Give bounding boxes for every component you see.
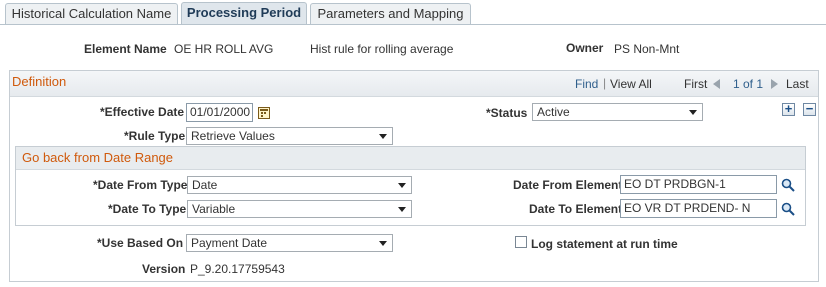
date-to-type-select[interactable]: Variable: [187, 200, 412, 218]
tab-historical-calculation-name[interactable]: Historical Calculation Name: [5, 3, 178, 24]
element-name-label: Element Name: [84, 42, 167, 56]
pager-text: 1 of 1: [733, 77, 764, 91]
go-back-title: Go back from Date Range: [22, 150, 174, 165]
date-to-type-label: *Date To Type: [108, 202, 187, 216]
tab-parameters-and-mapping[interactable]: Parameters and Mapping: [310, 3, 471, 24]
tab-label: Processing Period: [186, 5, 302, 20]
date-from-type-value: Date: [192, 178, 218, 192]
use-based-on-value: Payment Date: [191, 236, 268, 250]
version-label: Version: [142, 262, 186, 276]
version-value: P_9.20.17759543: [190, 262, 285, 276]
owner-label: Owner: [566, 41, 604, 55]
tab-divider: [0, 24, 826, 25]
effective-date-input[interactable]: 01/01/2000: [186, 103, 253, 122]
date-to-type-value: Variable: [192, 202, 236, 216]
status-value: Active: [537, 105, 570, 119]
use-based-on-select[interactable]: Payment Date: [186, 234, 393, 252]
search-icon[interactable]: [781, 202, 795, 216]
date-from-element-label: Date From Element: [513, 178, 623, 192]
element-name-value: OE HR ROLL AVG: [174, 42, 274, 56]
tab-label: Historical Calculation Name: [11, 6, 172, 21]
calendar-icon[interactable]: [258, 107, 270, 119]
last-label[interactable]: Last: [786, 77, 809, 91]
owner-value: PS Non-Mnt: [614, 42, 680, 56]
date-from-type-select[interactable]: Date: [187, 176, 412, 194]
tab-processing-period[interactable]: Processing Period: [181, 2, 307, 24]
rule-type-value: Retrieve Values: [191, 129, 275, 143]
date-from-element-input[interactable]: EO DT PRDBGN-1: [620, 175, 777, 194]
previous-arrow-icon[interactable]: [713, 79, 720, 89]
definition-title: Definition: [12, 74, 67, 89]
tab-label: Parameters and Mapping: [317, 6, 464, 21]
element-description: Hist rule for rolling average: [310, 42, 454, 56]
rule-type-label: *Rule Type: [124, 129, 186, 143]
find-link[interactable]: Find: [575, 77, 598, 91]
chevron-down-icon: [398, 207, 406, 212]
status-label: *Status: [486, 106, 528, 120]
chevron-down-icon: [689, 110, 697, 115]
date-to-element-label: Date To Element: [529, 202, 623, 216]
view-all-link[interactable]: View All: [610, 77, 652, 91]
use-based-on-label: *Use Based On: [97, 236, 184, 250]
chevron-down-icon: [398, 183, 406, 188]
date-from-type-label: *Date From Type: [93, 178, 188, 192]
log-statement-checkbox[interactable]: [515, 236, 527, 248]
rule-type-select[interactable]: Retrieve Values: [186, 127, 393, 145]
log-statement-label: Log statement at run time: [531, 237, 678, 251]
nav-separator: |: [603, 76, 607, 90]
chevron-down-icon: [379, 241, 387, 246]
date-to-element-input[interactable]: EO VR DT PRDEND- N: [620, 199, 777, 218]
add-row-button[interactable]: +: [782, 102, 795, 116]
delete-row-button[interactable]: −: [803, 102, 816, 116]
effective-date-label: *Effective Date: [100, 105, 185, 119]
chevron-down-icon: [379, 134, 387, 139]
first-label[interactable]: First: [684, 77, 707, 91]
search-icon[interactable]: [781, 178, 795, 192]
status-select[interactable]: Active: [532, 103, 703, 121]
next-arrow-icon[interactable]: [771, 79, 778, 89]
